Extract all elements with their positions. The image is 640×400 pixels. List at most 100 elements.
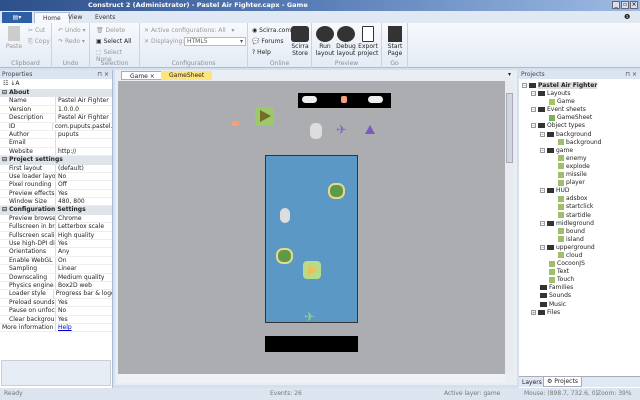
layout-canvas[interactable]: ✈ ✈	[118, 81, 505, 374]
property-row[interactable]: SamplingLinear	[0, 265, 112, 273]
property-row[interactable]: First layout(default)	[0, 165, 112, 173]
tree-item[interactable]: −game	[519, 147, 640, 155]
tree-item[interactable]: startclick	[519, 203, 640, 211]
property-row[interactable]: DownscalingMedium quality	[0, 274, 112, 282]
run-layout-button[interactable]: Run layout	[315, 26, 335, 57]
app-menu-button[interactable]: ▤▾	[2, 12, 32, 23]
property-value[interactable]: High quality	[56, 232, 94, 239]
property-row[interactable]: Preview effectsYes	[0, 190, 112, 198]
property-value[interactable]: 480, 800	[56, 198, 85, 205]
property-row[interactable]: Preview browserChrome	[0, 215, 112, 223]
property-value[interactable]: Yes	[56, 316, 68, 323]
property-value[interactable]: com.puputs.pastel...	[53, 123, 112, 130]
tree-item[interactable]: Sounds	[519, 292, 640, 300]
tree-item[interactable]: bound	[519, 228, 640, 236]
forums-link[interactable]: 💬 Forums	[252, 38, 284, 45]
restore-button[interactable]: ▫	[621, 1, 629, 9]
help-link[interactable]: Help	[56, 324, 72, 331]
undo-button[interactable]: ↶ Undo ▾	[58, 27, 86, 34]
tab-list-dropdown[interactable]: ▾	[508, 71, 511, 78]
paste-button[interactable]: Paste	[4, 26, 24, 50]
property-value[interactable]: puputs	[56, 131, 79, 138]
property-row[interactable]: IDcom.puputs.pastel...	[0, 123, 112, 131]
property-section[interactable]: ⊟ About	[0, 89, 112, 97]
property-value[interactable]: Progress bar & logo	[54, 290, 112, 297]
property-row[interactable]: Clear backgroundYes	[0, 316, 112, 324]
property-row[interactable]: Fullscreen scalingHigh quality	[0, 232, 112, 240]
property-value[interactable]: Off	[56, 181, 67, 188]
tree-item[interactable]: −Object types	[519, 122, 640, 130]
help-link[interactable]: ? Help	[252, 49, 271, 56]
property-value[interactable]: Letterbox scale	[56, 223, 104, 230]
tree-item[interactable]: CocoonJS	[519, 260, 640, 268]
tree-item[interactable]: Text	[519, 268, 640, 276]
scirra-store-button[interactable]: Scirra Store	[289, 26, 311, 57]
delete-button[interactable]: 🗑 Delete	[96, 27, 125, 34]
expand-toggle[interactable]: −	[531, 91, 536, 96]
tree-item[interactable]: −HUD	[519, 187, 640, 195]
property-row[interactable]: Version1.0.0.0	[0, 106, 112, 114]
property-row[interactable]: Enable WebGLOn	[0, 257, 112, 265]
property-value[interactable]: 1.0.0.0	[56, 106, 79, 113]
property-row[interactable]: Use high-DPI di...Yes	[0, 240, 112, 248]
tree-item[interactable]: −background	[519, 131, 640, 139]
property-row[interactable]: NamePastel Air Fighter	[0, 97, 112, 105]
tree-item[interactable]: −Layouts	[519, 90, 640, 98]
expand-toggle[interactable]: −	[540, 188, 545, 193]
expand-toggle[interactable]: −	[531, 123, 536, 128]
property-value[interactable]: No	[56, 307, 66, 314]
tree-item[interactable]: Game	[519, 98, 640, 106]
tree-item[interactable]: cloud	[519, 252, 640, 260]
tree-item[interactable]: −upperground	[519, 244, 640, 252]
property-value[interactable]: Chrome	[56, 215, 82, 222]
expand-toggle[interactable]: −	[540, 132, 545, 137]
property-row[interactable]: DescriptionPastel Air Fighter	[0, 114, 112, 122]
project-tree[interactable]: −Pastel Air Fighter−LayoutsGame−Event sh…	[519, 79, 640, 317]
property-value[interactable]: Pastel Air Fighter	[56, 114, 109, 121]
expand-toggle[interactable]: −	[522, 83, 527, 88]
tab-layers[interactable]: Layers	[522, 379, 542, 386]
expand-toggle[interactable]: +	[531, 310, 536, 315]
property-value[interactable]: (default)	[56, 165, 84, 172]
tree-item[interactable]: Families	[519, 284, 640, 292]
tree-item[interactable]: −Event sheets	[519, 106, 640, 114]
property-grid[interactable]: ⊟ AboutNamePastel Air FighterVersion1.0.…	[0, 89, 112, 324]
horizontal-scrollbar[interactable]	[118, 374, 505, 383]
tree-item[interactable]: Touch	[519, 276, 640, 284]
property-value[interactable]: Yes	[56, 240, 68, 247]
property-row[interactable]: Pixel roundingOff	[0, 181, 112, 189]
property-value[interactable]: No	[56, 173, 66, 180]
property-row[interactable]: Authorpuputs	[0, 131, 112, 139]
select-all-button[interactable]: ▣ Select All	[96, 38, 131, 45]
property-row[interactable]: Physics engineBox2D web	[0, 282, 112, 290]
property-value[interactable]: Yes	[56, 299, 68, 306]
property-row[interactable]: Use loader layoutNo	[0, 173, 112, 181]
doc-tab-gamesheet[interactable]: GameSheet	[161, 71, 212, 80]
tree-item[interactable]: −Pastel Air Fighter	[519, 82, 640, 90]
active-configurations-dropdown[interactable]: ✕ Active configurations: All ▾	[144, 27, 234, 34]
start-page-button[interactable]: Start Page	[385, 26, 405, 57]
property-row[interactable]: Loader styleProgress bar & logo	[0, 290, 112, 298]
cut-button[interactable]: ✂ Cut	[28, 27, 45, 34]
tab-view[interactable]: View	[60, 12, 90, 23]
doc-tab-game[interactable]: Game ×	[121, 71, 164, 80]
property-row[interactable]: Email	[0, 139, 112, 147]
property-row[interactable]: Pause on unfocusNo	[0, 307, 112, 315]
tab-projects[interactable]: ⚙ Projects	[543, 377, 582, 387]
tree-item[interactable]: player	[519, 179, 640, 187]
property-value[interactable]: Any	[56, 248, 69, 255]
property-value[interactable]: Medium quality	[56, 274, 104, 281]
expand-toggle[interactable]: −	[531, 107, 536, 112]
minimize-button[interactable]: _	[612, 1, 620, 9]
redo-button[interactable]: ↷ Redo ▾	[58, 38, 85, 45]
tree-item[interactable]: +Files	[519, 309, 640, 317]
tree-item[interactable]: −midleground	[519, 220, 640, 228]
tree-item[interactable]: adsbox	[519, 195, 640, 203]
property-value[interactable]: Linear	[56, 265, 77, 272]
sort-toolbar[interactable]: ☷ ↓A	[0, 79, 112, 89]
tree-item[interactable]: missile	[519, 171, 640, 179]
expand-toggle[interactable]: −	[540, 221, 545, 226]
tree-item[interactable]: island	[519, 236, 640, 244]
expand-toggle[interactable]: −	[540, 245, 545, 250]
property-row[interactable]: OrientationsAny	[0, 248, 112, 256]
